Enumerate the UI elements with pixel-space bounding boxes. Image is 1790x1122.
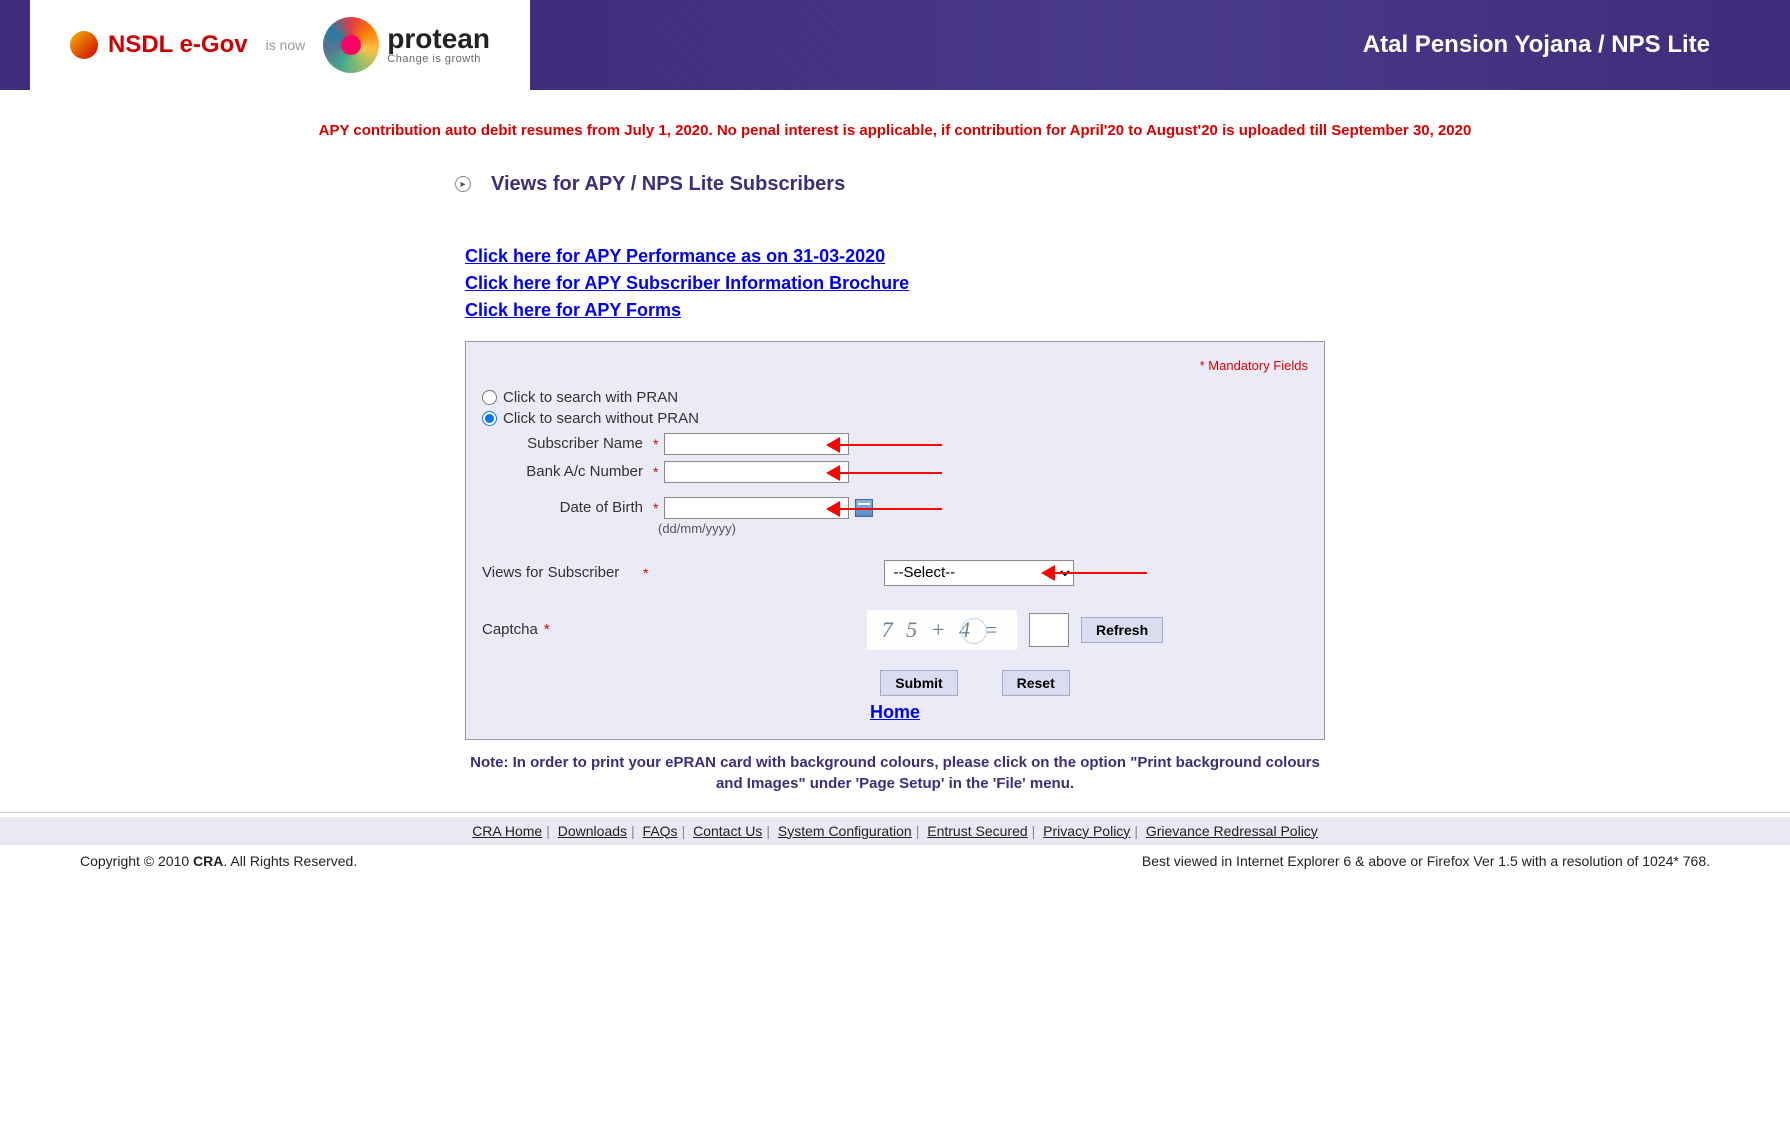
links-block: Click here for APY Performance as on 31-…	[465, 246, 1475, 321]
logo-area: NSDL e-Gov is now protean Change is grow…	[30, 0, 530, 90]
note-text: Note: In order to print your ePRAN card …	[465, 752, 1325, 794]
dob-row: Date of Birth *	[482, 497, 1308, 519]
annotation-arrow-icon	[832, 472, 942, 474]
footer-cra-home[interactable]: CRA Home	[472, 823, 542, 839]
footer-downloads[interactable]: Downloads	[558, 823, 627, 839]
banner-title: Atal Pension Yojana / NPS Lite	[1363, 31, 1710, 59]
captcha-label: Captcha*	[482, 621, 637, 638]
nsdl-text: NSDL e-Gov	[108, 31, 248, 59]
footer-grievance[interactable]: Grievance Redressal Policy	[1146, 823, 1318, 839]
link-apy-forms[interactable]: Click here for APY Forms	[465, 300, 1475, 321]
bank-row: Bank A/c Number *	[482, 461, 1308, 483]
copyright-row: Copyright © 2010 CRA. All Rights Reserve…	[0, 845, 1790, 909]
annotation-arrow-icon	[832, 444, 942, 446]
submit-button[interactable]: Submit	[880, 670, 957, 696]
captcha-row: Captcha* 7 5 + 4 = Refresh	[482, 610, 1308, 650]
bullet-icon: ▸	[455, 176, 471, 192]
radio-without-pran-row[interactable]: Click to search without PRAN	[482, 410, 1308, 427]
radio-with-pran[interactable]	[482, 390, 497, 405]
header-banner: Atal Pension Yojana / NPS Lite	[530, 0, 1790, 90]
required-star: *	[653, 436, 658, 452]
protean-sub: Change is growth	[387, 53, 490, 65]
annotation-arrow-icon	[832, 508, 942, 510]
dob-label: Date of Birth	[482, 499, 647, 516]
reset-button[interactable]: Reset	[1002, 670, 1070, 696]
footer-sysconfig[interactable]: System Configuration	[778, 823, 912, 839]
required-star: *	[653, 500, 658, 516]
footer-entrust[interactable]: Entrust Secured	[927, 823, 1027, 839]
required-star: *	[653, 464, 658, 480]
notice-text: APY contribution auto debit resumes from…	[315, 120, 1475, 143]
radio-with-pran-label: Click to search with PRAN	[503, 389, 678, 406]
protean-icon	[323, 17, 379, 73]
dob-hint: (dd/mm/yyyy)	[658, 521, 1308, 536]
views-row: Views for Subscriber * --Select--	[482, 560, 1308, 586]
home-link[interactable]: Home	[482, 702, 1308, 723]
radio-without-pran[interactable]	[482, 411, 497, 426]
subscriber-row: Subscriber Name *	[482, 433, 1308, 455]
mandatory-label: * Mandatory Fields	[482, 358, 1308, 373]
radio-with-pran-row[interactable]: Click to search with PRAN	[482, 389, 1308, 406]
link-subscriber-brochure[interactable]: Click here for APY Subscriber Informatio…	[465, 273, 1475, 294]
form-panel: * Mandatory Fields Click to search with …	[465, 341, 1325, 740]
required-star: *	[643, 565, 648, 581]
header-left-bar	[0, 0, 30, 90]
protean-text: protean	[387, 25, 490, 53]
link-apy-performance[interactable]: Click here for APY Performance as on 31-…	[465, 246, 1475, 267]
copyright-text: Copyright © 2010 CRA. All Rights Reserve…	[80, 853, 357, 869]
radio-without-pran-label: Click to search without PRAN	[503, 410, 699, 427]
bank-label: Bank A/c Number	[482, 463, 647, 480]
refresh-button[interactable]: Refresh	[1081, 617, 1163, 643]
button-row: Submit Reset	[642, 670, 1308, 696]
footer-faqs[interactable]: FAQs	[643, 823, 678, 839]
section-head: ▸ Views for APY / NPS Lite Subscribers	[455, 173, 1475, 196]
bestviewed-text: Best viewed in Internet Explorer 6 & abo…	[1142, 853, 1710, 869]
nsdl-icon	[70, 31, 98, 59]
footer-contact[interactable]: Contact Us	[693, 823, 762, 839]
section-title: Views for APY / NPS Lite Subscribers	[491, 173, 845, 196]
captcha-input[interactable]	[1029, 613, 1069, 647]
subscriber-label: Subscriber Name	[482, 435, 647, 452]
views-label: Views for Subscriber	[482, 564, 637, 581]
footer-privacy[interactable]: Privacy Policy	[1043, 823, 1130, 839]
protean-logo: protean Change is growth	[323, 17, 490, 73]
isnow-text: is now	[266, 37, 306, 53]
footer-links: CRA Home| Downloads| FAQs| Contact Us| S…	[0, 817, 1790, 845]
captcha-image: 7 5 + 4 =	[867, 610, 1017, 650]
header: NSDL e-Gov is now protean Change is grow…	[0, 0, 1790, 90]
annotation-arrow-icon	[1047, 572, 1147, 574]
